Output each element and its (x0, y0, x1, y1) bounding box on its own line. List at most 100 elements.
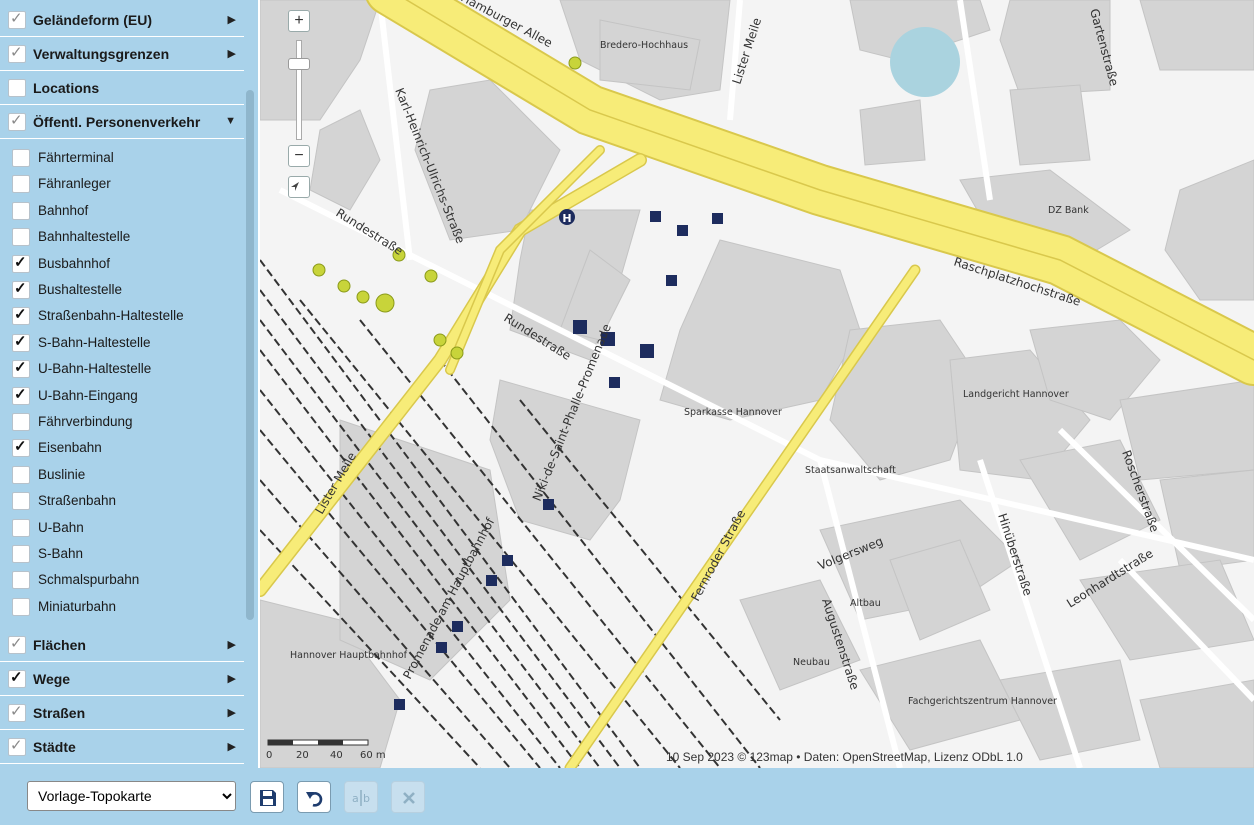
triangle-right-icon[interactable]: ▶ (228, 638, 236, 651)
layer-item-checkbox[interactable] (12, 201, 30, 220)
layer-sidebar: ✓ Geländeform (EU) ▶ ✓ Verwaltungsgrenzen ▶ Lo… (0, 0, 258, 768)
layer-item-buslinie[interactable]: Buslinie (0, 462, 244, 488)
label-staatsanwaltschaft: Staatsanwaltschaft (805, 465, 896, 476)
layer-group-gelaendeform-eu[interactable]: ✓ Geländeform (EU) ▶ (0, 4, 244, 37)
layer-item-checkbox[interactable] (12, 492, 30, 511)
check-icon: ✓ (10, 44, 23, 61)
check-icon: ✓ (14, 253, 27, 271)
undo-button[interactable] (297, 781, 331, 813)
delete-button[interactable] (391, 781, 425, 813)
label-sparkasse: Sparkasse Hannover (684, 407, 782, 418)
layer-item-checkbox[interactable]: ✓ (12, 333, 30, 352)
layer-group-checkbox[interactable]: ✓ (8, 112, 26, 131)
layer-item-checkbox[interactable]: ✓ (12, 359, 30, 379)
layer-item-checkbox[interactable] (12, 465, 30, 484)
layer-item-miniaturbahn[interactable]: Miniaturbahn (0, 594, 244, 620)
layer-item-label: U-Bahn (38, 519, 84, 535)
check-icon: ✓ (14, 385, 27, 403)
sidebar-scrollbar[interactable] (246, 90, 254, 620)
map-attribution: 10 Sep 2023 © 123map • Daten: OpenStreet… (666, 750, 1023, 764)
map-view[interactable]: H Hamburger Allee Lister Meile Gartenstr… (260, 0, 1254, 768)
layer-group-verwaltungsgrenzen[interactable]: ✓ Verwaltungsgrenzen ▶ (0, 38, 244, 71)
layer-group-staedte[interactable]: ✓ Städte ▶ (0, 731, 244, 764)
layer-item-checkbox[interactable]: ✓ (12, 253, 30, 273)
layer-item-checkbox[interactable] (12, 228, 30, 247)
check-icon: ✓ (14, 280, 27, 297)
layer-item-bushaltestelle[interactable]: ✓ Bushaltestelle (0, 277, 244, 303)
layer-item-label: S-Bahn-Haltestelle (38, 334, 151, 350)
layer-item-checkbox[interactable] (12, 545, 30, 563)
svg-text:a: a (352, 792, 359, 805)
layer-group-checkbox[interactable]: ✓ (8, 44, 26, 63)
footer-toolbar: Vorlage-Topokarte a b (0, 768, 1254, 825)
layer-group-checkbox[interactable]: ✓ (8, 10, 26, 29)
layer-item-checkbox[interactable] (12, 413, 30, 431)
layer-item-bahnhof[interactable]: Bahnhof (0, 198, 244, 224)
label-bredero: Bredero-Hochhaus (600, 40, 688, 51)
rename-button[interactable]: a b (344, 781, 378, 813)
layer-item-label: Fähranleger (38, 176, 111, 192)
layer-item-checkbox[interactable]: ✓ (12, 385, 30, 405)
layer-item-u-bahn-haltestelle[interactable]: ✓ U-Bahn-Haltestelle (0, 356, 244, 382)
layer-group-oeffentl-personenverkehr[interactable]: ✓ Öffentl. Personenverkehr ▼ (0, 106, 244, 139)
layer-item-label: Miniaturbahn (38, 598, 117, 614)
triangle-right-icon[interactable]: ▶ (228, 706, 236, 719)
svg-text:0: 0 (266, 750, 272, 761)
layer-item-label: Fährterminal (38, 150, 114, 165)
layer-group-checkbox[interactable]: ✓ (8, 737, 26, 756)
label-dz-bank: DZ Bank (1048, 205, 1089, 216)
layer-item-faehrterminal[interactable]: Fährterminal (0, 145, 244, 171)
layer-group-wege[interactable]: ✓ Wege ▶ (0, 663, 244, 696)
layer-item-u-bahn-eingang[interactable]: ✓ U-Bahn-Eingang (0, 383, 244, 409)
layer-group-checkbox[interactable]: ✓ (8, 635, 26, 654)
rename-icon: a b (352, 790, 370, 806)
save-button[interactable] (250, 781, 284, 813)
layer-item-label: Bahnhaltestelle (38, 229, 131, 245)
undo-icon (306, 792, 323, 807)
locate-button[interactable] (288, 176, 310, 198)
layer-group-locations[interactable]: Locations (0, 72, 244, 105)
layer-item-checkbox[interactable] (12, 175, 30, 194)
layer-item-faehranleger[interactable]: Fähranleger (0, 171, 244, 197)
zoom-slider[interactable] (296, 40, 302, 140)
layer-item-checkbox[interactable]: ✓ (12, 306, 30, 326)
layer-group-checkbox[interactable]: ✓ (8, 669, 26, 688)
layer-item-bahnhaltestelle[interactable]: Bahnhaltestelle (0, 224, 244, 250)
layer-item-s-bahn-haltestelle[interactable]: ✓ S-Bahn-Haltestelle (0, 330, 244, 356)
layer-group-strassen[interactable]: ✓ Straßen ▶ (0, 697, 244, 730)
layer-item-checkbox[interactable]: ✓ (12, 438, 30, 458)
layer-item-s-bahn[interactable]: S-Bahn (0, 541, 244, 567)
save-icon (260, 790, 276, 806)
layer-group-flaechen[interactable]: ✓ Flächen ▶ (0, 629, 244, 662)
layer-item-checkbox[interactable] (12, 571, 30, 590)
zoom-out-button[interactable]: − (288, 145, 310, 167)
layer-item-u-bahn[interactable]: U-Bahn (0, 515, 244, 541)
layer-item-label: U-Bahn-Haltestelle (38, 361, 152, 377)
layer-group-label: Städte (33, 739, 76, 755)
layer-item-faehrverbindung[interactable]: Fährverbindung (0, 409, 244, 435)
layer-group-checkbox[interactable] (8, 79, 26, 97)
layer-group-label: Straßen (33, 705, 86, 721)
zoom-slider-handle[interactable] (288, 58, 310, 70)
layer-item-eisenbahn[interactable]: ✓ Eisenbahn (0, 435, 244, 461)
layer-item-checkbox[interactable] (12, 518, 30, 537)
layer-item-checkbox[interactable]: ✓ (12, 280, 30, 299)
triangle-right-icon[interactable]: ▶ (228, 13, 236, 26)
triangle-right-icon[interactable]: ▶ (228, 47, 236, 60)
layer-item-checkbox[interactable] (12, 149, 30, 167)
layer-item-checkbox[interactable] (12, 597, 30, 616)
layer-group-checkbox[interactable]: ✓ (8, 703, 26, 722)
triangle-down-icon[interactable]: ▼ (225, 115, 236, 127)
check-icon: ✓ (14, 359, 27, 377)
layer-item-schmalspurbahn[interactable]: Schmalspurbahn (0, 567, 244, 593)
layer-item-strassenbahn-haltestelle[interactable]: ✓ Straßenbahn-Haltestelle (0, 303, 244, 329)
layer-item-label: Eisenbahn (38, 440, 102, 456)
layer-item-strassenbahn[interactable]: Straßenbahn (0, 488, 244, 514)
zoom-in-button[interactable]: + (288, 10, 310, 32)
svg-text:60 m: 60 m (360, 750, 386, 761)
template-select[interactable]: Vorlage-Topokarte (27, 781, 236, 811)
triangle-right-icon[interactable]: ▶ (228, 672, 236, 685)
layer-item-busbahnhof[interactable]: ✓ Busbahnhof (0, 251, 244, 277)
layer-item-label: Straßenbahn-Haltestelle (38, 308, 184, 324)
triangle-right-icon[interactable]: ▶ (228, 740, 236, 753)
